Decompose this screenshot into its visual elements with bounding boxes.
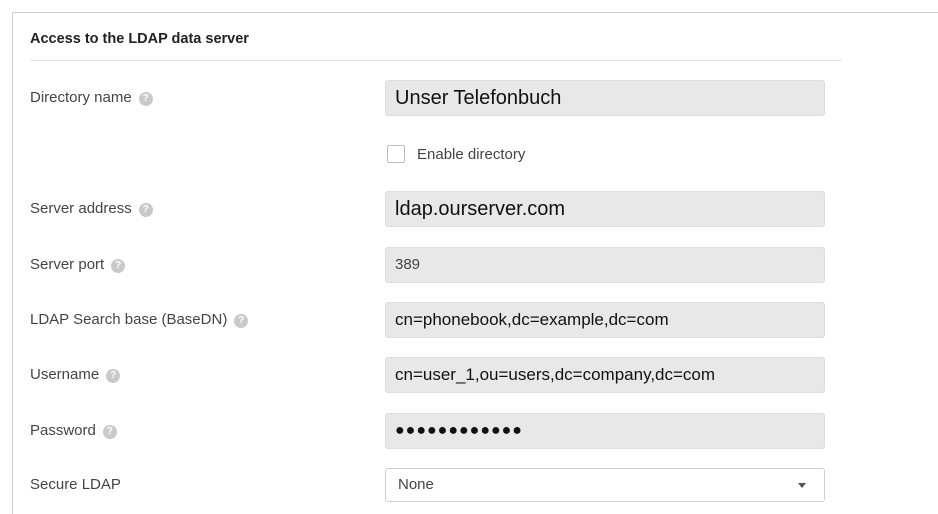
server-address-input[interactable]: ldap.ourserver.com [385,191,825,227]
server-address-label-text: Server address [30,200,132,217]
help-icon[interactable]: ? [138,92,153,106]
server-address-label: Server address? [30,199,153,219]
help-icon[interactable]: ? [138,203,153,217]
section-title: Access to the LDAP data server [30,31,249,47]
username-label-text: Username [30,366,100,383]
enable-directory-checkbox[interactable] [387,145,405,163]
password-label: Password? [30,421,117,441]
enable-directory-row[interactable]: Enable directory [387,144,525,164]
username-input[interactable]: cn=user_1,ou=users,dc=company,dc=com [385,357,825,393]
server-port-input[interactable]: 389 [385,247,825,283]
search-base-label: LDAP Search base (BaseDN)? [30,310,249,330]
help-icon[interactable]: ? [111,259,126,273]
directory-name-label-text: Directory name [30,89,132,106]
directory-name-label: Directory name? [30,88,153,108]
help-icon[interactable]: ? [234,314,249,328]
secure-ldap-select[interactable]: None [385,468,825,502]
search-base-label-text: LDAP Search base (BaseDN) [30,311,228,328]
username-label: Username? [30,365,121,385]
server-port-label-text: Server port [30,256,105,273]
secure-ldap-label: Secure LDAP [30,476,121,493]
help-icon[interactable]: ? [106,369,121,383]
enable-directory-label[interactable]: Enable directory [417,146,525,163]
directory-name-input[interactable]: Unser Telefonbuch [385,80,825,116]
help-icon[interactable]: ? [102,425,117,439]
secure-ldap-selected: None [398,476,434,493]
password-label-text: Password [30,422,96,439]
caret-down-icon [798,483,806,488]
section-divider [30,60,842,61]
server-port-label: Server port? [30,255,126,275]
password-input[interactable]: ●●●●●●●●●●●● [385,413,825,449]
search-base-input[interactable]: cn=phonebook,dc=example,dc=com [385,302,825,338]
